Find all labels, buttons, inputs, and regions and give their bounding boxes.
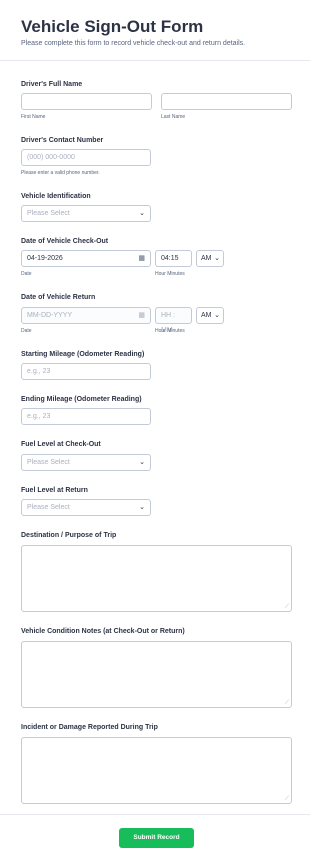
chevron-down-icon: ⌄ [139,504,145,511]
fuel-return-placeholder: Please Select [27,504,70,511]
destination-label: Destination / Purpose of Trip [21,532,117,539]
resize-grip-icon[interactable]: ⟋ [285,796,289,802]
vehicle-id-placeholder: Please Select [27,210,70,217]
fuel-return-label: Fuel Level at Return [21,487,88,494]
incident-textarea[interactable]: ⟋ [21,737,292,804]
fuel-return-select[interactable]: Please Select ⌄ [21,499,151,516]
start-mileage-label: Starting Mileage (Odometer Reading) [21,351,145,358]
last-name-input[interactable] [161,93,292,110]
fuel-checkout-label: Fuel Level at Check-Out [21,441,101,448]
start-mileage-input[interactable]: e.g., 23 [21,363,151,380]
fuel-checkout-select[interactable]: Please Select ⌄ [21,454,151,471]
phone-hint: Please enter a valid phone number. [21,170,100,176]
checkout-date-label: Date of Vehicle Check-Out [21,238,109,245]
condition-notes-label: Vehicle Condition Notes (at Check-Out or… [21,628,185,635]
return-date-placeholder: MM-DD-YYYY [27,312,73,319]
submit-button[interactable]: Submit Record [119,828,194,848]
checkout-date-input[interactable]: 04-19-2026 ▦ [21,250,151,267]
return-ampm-select[interactable]: AM ⌄ [196,307,224,324]
form-subtitle: Please complete this form to record vehi… [21,40,246,47]
last-name-sublabel: Last Name [161,114,186,120]
form-title: Vehicle Sign-Out Form [21,17,204,36]
fuel-checkout-placeholder: Please Select [27,459,70,466]
end-mileage-label: Ending Mileage (Odometer Reading) [21,396,142,403]
vehicle-id-select[interactable]: Please Select ⌄ [21,205,151,222]
form-header: Vehicle Sign-Out Form Please complete th… [0,0,310,61]
first-name-input[interactable] [21,93,152,110]
return-date-label: Date of Vehicle Return [21,294,96,301]
destination-textarea[interactable]: ⟋ [21,545,292,612]
contact-number-label: Driver's Contact Number [21,137,104,144]
incident-label: Incident or Damage Reported During Trip [21,724,158,731]
vehicle-id-label: Vehicle Identification [21,193,91,200]
chevron-down-icon: ⌄ [214,312,220,319]
start-mileage-placeholder: e.g., 23 [27,368,51,375]
return-date-input[interactable]: MM-DD-YYYY ▦ [21,307,151,324]
end-mileage-placeholder: e.g., 23 [27,413,51,420]
return-time-input[interactable]: HH : MM [155,307,192,334]
checkout-date-sublabel: Date [21,271,32,277]
chevron-down-icon: ⌄ [139,210,145,217]
resize-grip-icon[interactable]: ⟋ [285,700,289,706]
chevron-down-icon: ⌄ [139,459,145,466]
phone-placeholder: (000) 000-0000 [27,154,75,161]
end-mileage-input[interactable]: e.g., 23 [21,408,151,425]
checkout-ampm-value: AM [201,255,212,262]
checkout-time-sublabel: Hour Minutes [155,271,185,277]
driver-name-label: Driver's Full Name [21,81,83,88]
resize-grip-icon[interactable]: ⟋ [285,604,289,610]
first-name-sublabel: First Name [21,114,46,120]
calendar-icon[interactable]: ▦ [138,308,145,323]
phone-input[interactable]: (000) 000-0000 [21,149,151,166]
checkout-time-value: 04:15 [161,255,179,262]
return-date-sublabel: Date [21,328,32,334]
checkout-date-value: 04-19-2026 [27,255,63,262]
checkout-time-input[interactable]: 04:15 [155,250,192,267]
return-time-sublabel: Hour Minutes [155,328,185,334]
condition-notes-textarea[interactable]: ⟋ [21,641,292,708]
checkout-ampm-select[interactable]: AM ⌄ [196,250,224,267]
return-ampm-value: AM [201,312,212,319]
calendar-icon[interactable]: ▦ [138,251,145,266]
chevron-down-icon: ⌄ [214,255,220,262]
